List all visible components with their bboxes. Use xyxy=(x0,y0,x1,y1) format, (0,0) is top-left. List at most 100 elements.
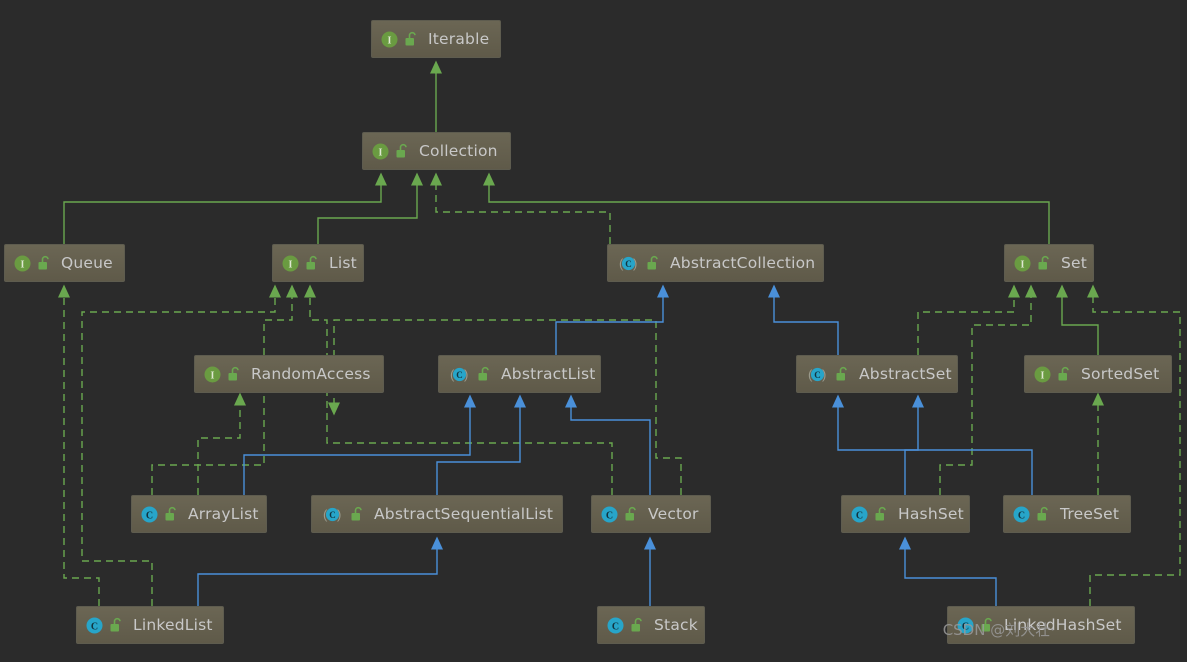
node-label: Stack xyxy=(654,616,698,634)
svg-text:I: I xyxy=(388,35,392,46)
unlocked-padlock-icon xyxy=(630,617,644,633)
unlocked-padlock-icon xyxy=(1057,366,1071,382)
svg-text:): ) xyxy=(822,367,826,382)
unlocked-padlock-icon xyxy=(1036,506,1050,522)
class-icon: C xyxy=(86,617,103,634)
unlocked-padlock-icon xyxy=(835,366,849,382)
edge-linkedlist-queue xyxy=(58,284,100,606)
svg-text:): ) xyxy=(633,256,637,271)
interface-icon: I xyxy=(282,255,299,272)
edge-linkedlist-list xyxy=(81,284,281,606)
class-icon: C xyxy=(607,617,624,634)
edge-set-collection xyxy=(483,172,1050,244)
svg-text:I: I xyxy=(211,370,215,381)
edge-hashset-set xyxy=(939,284,1037,495)
svg-text:C: C xyxy=(612,621,619,632)
unlocked-padlock-icon xyxy=(37,255,51,271)
svg-text:C: C xyxy=(329,510,336,520)
unlocked-padlock-icon xyxy=(395,143,409,159)
svg-text:I: I xyxy=(1041,370,1045,381)
unlocked-padlock-icon xyxy=(1037,255,1051,271)
node-abstractlist[interactable]: (C) AbstractList xyxy=(438,355,601,393)
edge-linkedlist-abstractsequentiallist xyxy=(197,536,443,606)
svg-text:C: C xyxy=(625,259,632,269)
class-icon: C xyxy=(1013,506,1030,523)
unlocked-padlock-icon xyxy=(164,506,178,522)
node-abstractsequentiallist[interactable]: (C) AbstractSequentialList xyxy=(311,495,563,533)
edge-arraylist-randomaccess xyxy=(197,392,246,495)
edge-arraylist-list xyxy=(151,284,298,495)
node-vector[interactable]: C Vector xyxy=(591,495,711,533)
node-linkedlist[interactable]: C LinkedList xyxy=(76,606,224,644)
svg-text:C: C xyxy=(814,370,821,380)
abstract-class-icon: (C) xyxy=(321,506,344,523)
node-set[interactable]: I Set xyxy=(1004,244,1094,282)
svg-text:I: I xyxy=(289,259,293,270)
node-iterable[interactable]: I Iterable xyxy=(371,20,501,58)
svg-text:C: C xyxy=(91,621,98,632)
svg-text:I: I xyxy=(1021,259,1025,270)
node-label: LinkedList xyxy=(133,616,213,634)
node-abstractcollection[interactable]: (C) AbstractCollection xyxy=(607,244,824,282)
edge-sortedset-set xyxy=(1056,284,1099,355)
edge-abstractset-abstractcollection xyxy=(768,284,839,355)
svg-text:C: C xyxy=(856,510,863,521)
unlocked-padlock-icon xyxy=(646,255,660,271)
svg-text:C: C xyxy=(456,370,463,380)
edge-abstractcollection-collection xyxy=(430,172,611,244)
class-icon: C xyxy=(141,506,158,523)
edge-layer xyxy=(58,60,1181,606)
node-sortedset[interactable]: I SortedSet xyxy=(1024,355,1172,393)
node-arraylist[interactable]: C ArrayList xyxy=(131,495,267,533)
edge-linkedhashset-set xyxy=(1087,284,1181,606)
node-stack[interactable]: C Stack xyxy=(597,606,705,644)
node-label: Collection xyxy=(419,142,498,160)
edge-queue-collection xyxy=(63,172,387,244)
edge-abstractlist-abstractcollection xyxy=(555,284,669,355)
node-abstractset[interactable]: (C) AbstractSet xyxy=(796,355,958,393)
node-treeset[interactable]: C TreeSet xyxy=(1003,495,1131,533)
edge-treeset-abstractset xyxy=(832,394,1033,495)
unlocked-padlock-icon xyxy=(874,506,888,522)
edge-vector-abstractlist xyxy=(565,394,651,495)
node-label: RandomAccess xyxy=(251,365,371,383)
unlocked-padlock-icon xyxy=(624,506,638,522)
unlocked-padlock-icon xyxy=(350,506,364,522)
abstract-class-icon: (C) xyxy=(806,366,829,383)
interface-icon: I xyxy=(204,366,221,383)
node-collection[interactable]: I Collection xyxy=(362,132,511,170)
svg-text:I: I xyxy=(21,259,25,270)
abstract-class-icon: (C) xyxy=(448,366,471,383)
node-label: HashSet xyxy=(898,505,964,523)
node-hashset[interactable]: C HashSet xyxy=(841,495,970,533)
uml-diagram-canvas: I Iterable I Collection I Queue I List (C) Abstra… xyxy=(0,0,1187,662)
unlocked-padlock-icon xyxy=(404,31,418,47)
unlocked-padlock-icon xyxy=(305,255,319,271)
node-label: Queue xyxy=(61,254,113,272)
edge-vector-randomaccess xyxy=(328,319,682,495)
edge-abstractsequentiallist-abstractlist xyxy=(436,394,526,495)
node-label: AbstractList xyxy=(501,365,596,383)
class-icon: C xyxy=(601,506,618,523)
node-label: AbstractSequentialList xyxy=(374,505,554,523)
watermark: CSDN @刘大壮· xyxy=(942,621,1055,639)
edge-list-collection xyxy=(317,172,423,244)
node-label: Iterable xyxy=(428,30,490,48)
unlocked-padlock-icon xyxy=(109,617,123,633)
node-list[interactable]: I List xyxy=(272,244,364,282)
abstract-class-icon: (C) xyxy=(617,255,640,272)
interface-icon: I xyxy=(1034,366,1051,383)
svg-text:C: C xyxy=(1018,510,1025,521)
interface-icon: I xyxy=(372,143,389,160)
interface-icon: I xyxy=(14,255,31,272)
node-label: ArrayList xyxy=(188,505,259,523)
svg-text:C: C xyxy=(606,510,613,521)
node-label: List xyxy=(329,254,357,272)
node-label: AbstractSet xyxy=(859,365,952,383)
node-randomaccess[interactable]: I RandomAccess xyxy=(194,355,384,393)
node-queue[interactable]: I Queue xyxy=(4,244,125,282)
node-label: SortedSet xyxy=(1081,365,1160,383)
edge-vector-list xyxy=(304,284,613,495)
node-label: Set xyxy=(1061,254,1088,272)
node-label: Vector xyxy=(648,505,699,523)
